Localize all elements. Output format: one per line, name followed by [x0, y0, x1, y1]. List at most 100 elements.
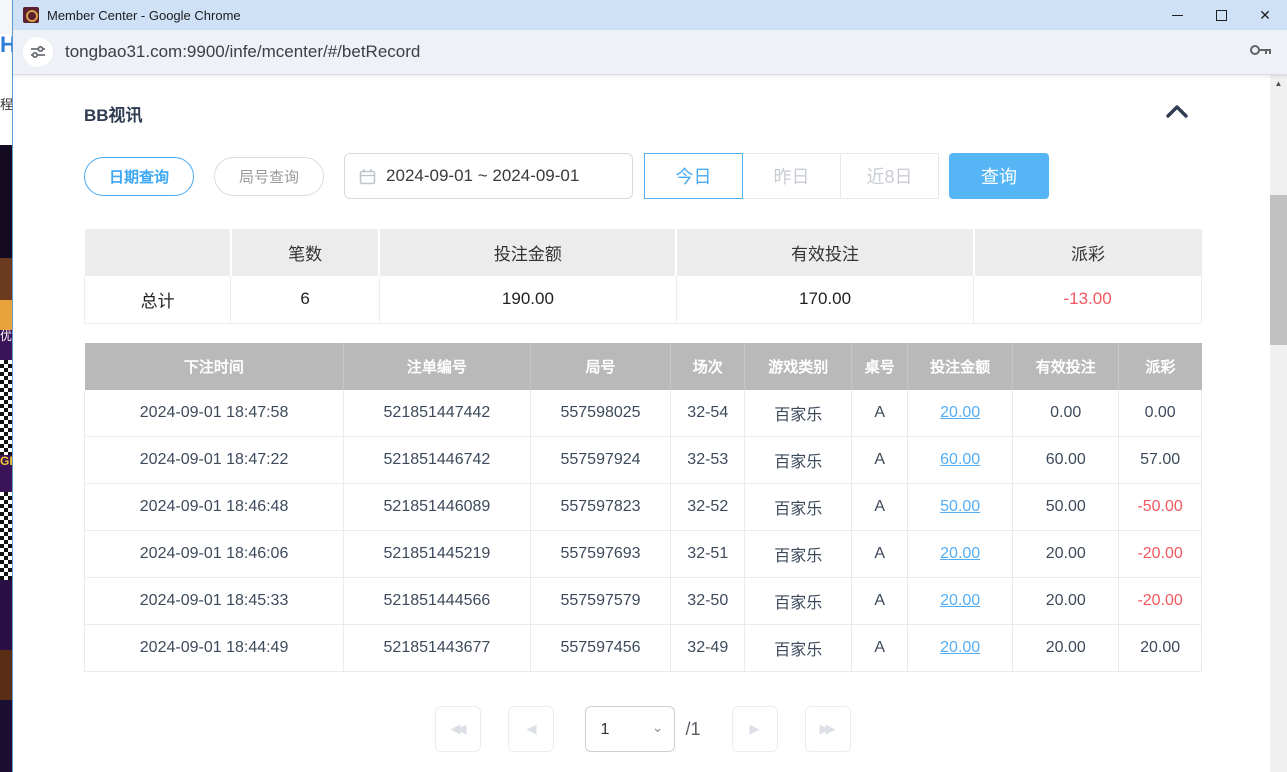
table-no-cell: A: [852, 578, 908, 625]
table-row: 2024-09-01 18:46:48 521851446089 5575978…: [85, 484, 1202, 531]
table-row: 2024-09-01 18:47:22 521851446742 5575979…: [85, 437, 1202, 484]
date-range-input[interactable]: 2024-09-01 ~ 2024-09-01: [344, 153, 633, 199]
password-manager-button[interactable]: [1249, 42, 1273, 63]
filter-row: 日期查询 局号查询 2024-09-01 ~ 2024-09-01 今日 昨日 …: [84, 153, 1202, 199]
minimize-button[interactable]: [1155, 0, 1199, 30]
date-query-tab[interactable]: 日期查询: [84, 157, 194, 196]
tune-icon: [29, 43, 47, 61]
payout-cell: 20.00: [1119, 625, 1202, 672]
vertical-scrollbar[interactable]: ▲: [1270, 75, 1287, 772]
bet-record-table: 下注时间 注单编号 局号 场次 游戏类别 桌号 投注金额 有效投注 派彩 202…: [84, 343, 1202, 673]
bet-amount-cell: 20.00: [908, 578, 1013, 625]
session-cell: 32-54: [671, 390, 745, 437]
background-fragment: [0, 0, 12, 34]
bet-id-cell: 521851445219: [344, 531, 531, 578]
table-row: 2024-09-01 18:45:33 521851444566 5575975…: [85, 578, 1202, 625]
summary-valid-bet: 170.00: [676, 276, 973, 323]
next-page-button[interactable]: ▶: [732, 706, 778, 752]
table-no-cell: A: [852, 390, 908, 437]
bet-amount-cell: 20.00: [908, 625, 1013, 672]
table-row: 2024-09-01 18:44:49 521851443677 5575974…: [85, 625, 1202, 672]
today-button[interactable]: 今日: [644, 153, 743, 199]
section-title: BB视讯: [84, 101, 143, 126]
yesterday-button[interactable]: 昨日: [742, 153, 841, 199]
casino-chip-icon: [23, 7, 39, 23]
bet-amount-cell: 20.00: [908, 390, 1013, 437]
table-no-cell: A: [852, 484, 908, 531]
round-id-cell: 557597924: [530, 437, 671, 484]
scrollbar-up-arrow-icon[interactable]: ▲: [1270, 79, 1287, 88]
bet-time-cell: 2024-09-01 18:45:33: [85, 578, 344, 625]
bet-amount-link[interactable]: 20.00: [940, 404, 980, 421]
qr-code-fragment: [0, 360, 12, 455]
url-bar[interactable]: tongbao31.com:9900/infe/mcenter/#/betRec…: [65, 42, 420, 62]
collapse-section-button[interactable]: [1164, 103, 1190, 124]
game-type-cell: 百家乐: [745, 390, 852, 437]
session-cell: 32-50: [671, 578, 745, 625]
header-valid-bet: 有效投注: [1013, 343, 1119, 390]
header-game-type: 游戏类别: [745, 343, 852, 390]
valid-bet-cell: 20.00: [1013, 578, 1119, 625]
valid-bet-cell: 60.00: [1013, 437, 1119, 484]
calendar-icon: [359, 168, 376, 185]
double-arrow-right-icon: ▶▶: [820, 721, 836, 737]
header-session: 场次: [671, 343, 745, 390]
summary-bet-amount: 190.00: [379, 276, 676, 323]
bet-id-cell: 521851444566: [344, 578, 531, 625]
page-select[interactable]: 1: [585, 706, 675, 752]
site-controls-button[interactable]: [23, 37, 53, 67]
payout-cell: -20.00: [1119, 578, 1202, 625]
bet-amount-link[interactable]: 20.00: [940, 639, 980, 656]
table-no-cell: A: [852, 625, 908, 672]
header-bet-time: 下注时间: [85, 343, 344, 390]
browser-toolbar: tongbao31.com:9900/infe/mcenter/#/betRec…: [13, 30, 1287, 75]
header-round-id: 局号: [530, 343, 671, 390]
maximize-icon: [1216, 10, 1227, 21]
bet-amount-link[interactable]: 20.00: [940, 592, 980, 609]
header-bet-amount: 投注金额: [908, 343, 1013, 390]
game-type-cell: 百家乐: [745, 531, 852, 578]
summary-header-row: 笔数 投注金额 有效投注 派彩: [85, 229, 1202, 276]
bet-id-cell: 521851446089: [344, 484, 531, 531]
summary-payout: -13.00: [974, 276, 1202, 323]
round-query-tab[interactable]: 局号查询: [214, 157, 324, 196]
summary-header-blank: [85, 229, 231, 276]
bet-amount-link[interactable]: 50.00: [940, 498, 980, 515]
chevron-up-icon: [1164, 103, 1190, 119]
first-page-button[interactable]: ◀◀: [435, 706, 481, 752]
header-table-no: 桌号: [852, 343, 908, 390]
scrollbar-thumb[interactable]: [1270, 195, 1287, 345]
bet-time-cell: 2024-09-01 18:44:49: [85, 625, 344, 672]
bet-time-cell: 2024-09-01 18:46:06: [85, 531, 344, 578]
maximize-button[interactable]: [1199, 0, 1243, 30]
key-icon: [1249, 42, 1273, 58]
prev-page-button[interactable]: ◀: [508, 706, 554, 752]
round-id-cell: 557598025: [530, 390, 671, 437]
background-window-strip: H 程 优 GF: [0, 0, 12, 772]
summary-total-row: 总计 6 190.00 170.00 -13.00: [85, 276, 1202, 323]
window-title: Member Center - Google Chrome: [47, 8, 241, 23]
bet-amount-cell: 50.00: [908, 484, 1013, 531]
arrow-right-icon: ▶: [750, 721, 760, 737]
bet-amount-link[interactable]: 20.00: [940, 545, 980, 562]
search-button[interactable]: 查询: [949, 153, 1049, 199]
pagination: ◀◀ ◀ 1 ⌄ /1 ▶ ▶▶: [84, 706, 1202, 752]
session-cell: 32-49: [671, 625, 745, 672]
summary-header-bet-amount: 投注金额: [379, 229, 676, 276]
close-button[interactable]: ✕: [1243, 0, 1287, 30]
page-content: BB视讯 日期查询 局号查询 2024-09-: [13, 75, 1287, 772]
arrow-left-icon: ◀: [526, 721, 536, 737]
last-page-button[interactable]: ▶▶: [805, 706, 851, 752]
last-8-days-button[interactable]: 近8日: [840, 153, 939, 199]
header-bet-id: 注单编号: [344, 343, 531, 390]
game-type-cell: 百家乐: [745, 484, 852, 531]
table-row: 2024-09-01 18:46:06 521851445219 5575976…: [85, 531, 1202, 578]
chrome-window: Member Center - Google Chrome ✕ tongbao3…: [12, 0, 1287, 772]
session-cell: 32-52: [671, 484, 745, 531]
game-type-cell: 百家乐: [745, 437, 852, 484]
valid-bet-cell: 20.00: [1013, 625, 1119, 672]
summary-table: 笔数 投注金额 有效投注 派彩 总计 6 190.00 170.00 -13.0…: [84, 229, 1202, 324]
round-id-cell: 557597456: [530, 625, 671, 672]
bg-text-you: 优: [0, 330, 12, 342]
bet-amount-link[interactable]: 60.00: [940, 451, 980, 468]
